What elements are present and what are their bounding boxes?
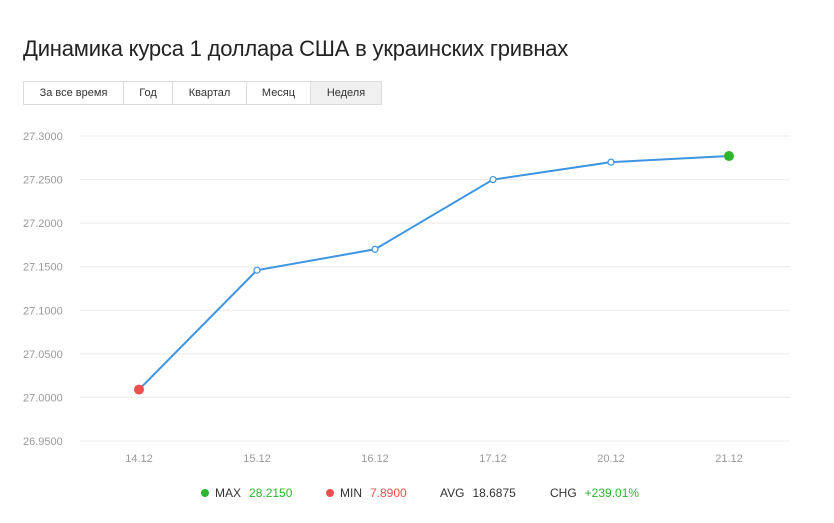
y-tick-label: 27.0500 bbox=[23, 349, 63, 361]
min-point bbox=[134, 384, 144, 395]
data-point bbox=[253, 266, 261, 274]
max-dot-icon bbox=[201, 489, 209, 497]
x-tick-label: 15.12 bbox=[243, 453, 271, 465]
data-point bbox=[489, 175, 497, 184]
x-tick-label: 17.12 bbox=[479, 453, 507, 465]
y-tick-label: 27.1000 bbox=[23, 305, 63, 317]
stat-chg: CHG +239.01% bbox=[550, 486, 639, 500]
stat-avg-value: 18.6875 bbox=[472, 486, 516, 500]
max-point bbox=[724, 151, 734, 162]
stat-max-label: MAX bbox=[215, 486, 242, 500]
x-tick-label: 21.12 bbox=[715, 453, 743, 465]
data-point bbox=[371, 245, 379, 253]
stat-min-value: 7.8900 bbox=[370, 486, 407, 500]
stat-max-value: 28.2150 bbox=[249, 486, 293, 500]
x-tick-label: 16.12 bbox=[361, 453, 389, 465]
stat-min-label: MIN bbox=[340, 486, 362, 500]
y-tick-label: 27.2500 bbox=[23, 175, 63, 187]
y-tick-label: 27.1500 bbox=[23, 262, 63, 274]
stats-legend: MAX 28.2150 MIN 7.8900 AVG 18.6875 CHG +… bbox=[0, 486, 834, 504]
stat-avg: AVG 18.6875 bbox=[440, 486, 516, 500]
stat-max: MAX 28.2150 bbox=[201, 486, 292, 500]
y-tick-label: 27.2000 bbox=[23, 218, 63, 230]
series-line bbox=[138, 155, 730, 391]
page: Динамика курса 1 доллара США в украински… bbox=[0, 0, 834, 523]
stat-avg-label: AVG bbox=[440, 486, 465, 500]
exchange-rate-chart: 27.3000 27.2500 27.2000 27.1500 27.1000 27.05… bbox=[23, 131, 790, 465]
y-tick-label: 27.0000 bbox=[23, 392, 63, 404]
data-point bbox=[607, 158, 615, 166]
x-tick-label: 20.12 bbox=[597, 453, 625, 465]
stat-min: MIN 7.8900 bbox=[326, 486, 407, 500]
y-tick-label: 27.3000 bbox=[23, 131, 63, 143]
x-tick-label: 14.12 bbox=[125, 453, 153, 465]
y-tick-label: 26.9500 bbox=[23, 436, 63, 448]
stat-chg-value: +239.01% bbox=[584, 486, 640, 500]
stat-chg-label: CHG bbox=[550, 486, 577, 500]
min-dot-icon bbox=[326, 489, 334, 497]
